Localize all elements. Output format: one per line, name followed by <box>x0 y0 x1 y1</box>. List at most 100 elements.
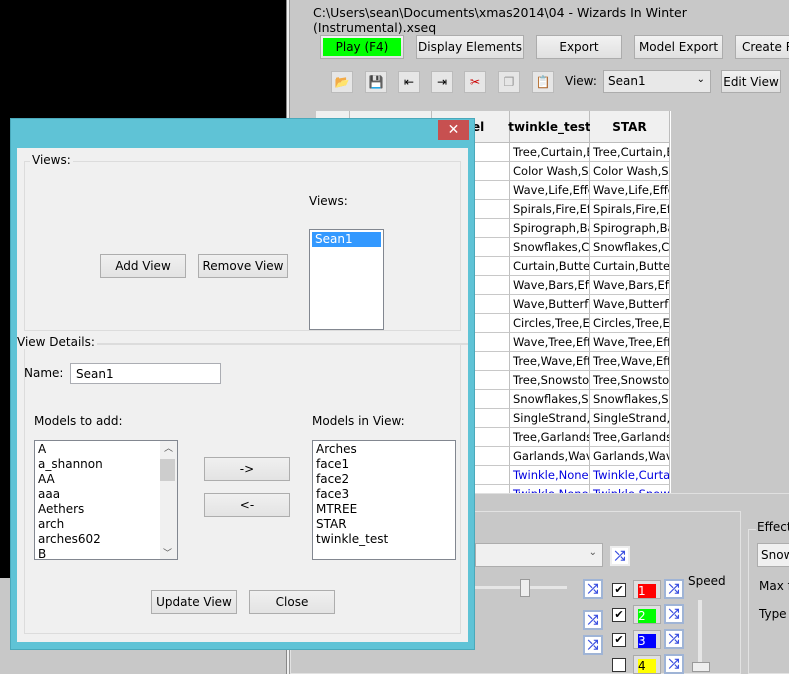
effect-select[interactable]: ⌄ <box>475 543 603 567</box>
column-header[interactable]: twinkle_test <box>508 111 591 143</box>
effect-cell[interactable]: Spirograph,Bar <box>510 219 590 238</box>
palette-checkbox[interactable]: ✔ <box>612 583 626 597</box>
shuffle-icon[interactable]: ⤮ <box>664 604 684 624</box>
palette-color-button[interactable]: 1 <box>633 580 661 599</box>
models-in-view-list[interactable]: Arches face1 face2 face3 MTREE STAR twinkle_te… <box>312 440 456 560</box>
view-select[interactable]: Sean1 ⌄ <box>603 70 711 93</box>
paste-icon[interactable]: 📋 <box>532 71 554 93</box>
save-icon[interactable]: 💾 <box>365 71 387 93</box>
effect-cell[interactable]: Spirals,Fire,Effe <box>510 200 590 219</box>
insert-right-icon[interactable]: ⇥ <box>431 71 453 93</box>
effect-cell[interactable]: Garlands,Wave <box>590 447 670 466</box>
effect-cell[interactable]: Snowflakes,Sir <box>590 390 670 409</box>
model-item[interactable]: AA <box>35 472 177 487</box>
view-item[interactable]: Sean1 <box>312 232 381 247</box>
shuffle-icon[interactable]: ⤮ <box>664 579 684 599</box>
shuffle-icon[interactable]: ⤮ <box>583 579 603 599</box>
shuffle-icon[interactable]: ⤮ <box>664 654 684 674</box>
model-item[interactable]: aaa <box>35 487 177 502</box>
display-elements-button[interactable]: Display Elements <box>416 35 524 59</box>
effect-cell[interactable]: Twinkle,Curtai <box>590 466 670 485</box>
palette-color-button[interactable]: 3 <box>633 630 661 649</box>
effect-cell[interactable]: Tree,Garlands, <box>590 428 670 447</box>
slider-thumb[interactable] <box>520 579 530 597</box>
effect-cell[interactable]: Wave,Butterfly <box>510 295 590 314</box>
effect-cell[interactable]: Tree,Snowstor <box>510 371 590 390</box>
model-export-button[interactable]: Model Export <box>634 35 723 59</box>
add-view-button[interactable]: Add View <box>100 254 186 278</box>
model-in-view-item[interactable]: STAR <box>313 517 455 532</box>
model-in-view-item[interactable]: twinkle_test <box>313 532 455 547</box>
effect-cell[interactable]: Tree,Wave,Effe <box>590 352 670 371</box>
cut-icon[interactable]: ✂ <box>464 71 486 93</box>
effect-cell[interactable]: Circles,Tree,Eff <box>510 314 590 333</box>
model-item[interactable]: a_shannon <box>35 457 177 472</box>
effect-cell[interactable]: Snowflakes,Cu <box>510 238 590 257</box>
effect-cell[interactable]: Twinkle,None, <box>510 466 590 485</box>
model-in-view-item[interactable]: face2 <box>313 472 455 487</box>
update-view-button[interactable]: Update View <box>151 590 237 614</box>
effect-cell[interactable]: Tree,Snowstor <box>590 371 670 390</box>
effect-cell[interactable]: Wave,Life,Effe <box>590 181 670 200</box>
model-in-view-item[interactable]: Arches <box>313 442 455 457</box>
effect-type-select[interactable]: Snow <box>757 543 789 567</box>
shuffle-icon[interactable]: ⤮ <box>610 546 630 566</box>
effect-cell[interactable]: Circles,Tree,Eff <box>590 314 670 333</box>
effect-cell[interactable]: Spirals,Fire,Effe <box>590 200 670 219</box>
remove-view-button[interactable]: Remove View <box>198 254 288 278</box>
effect-cell[interactable]: Color Wash,Sn <box>510 162 590 181</box>
effect-cell[interactable]: Snowflakes,Sir <box>510 390 590 409</box>
effect-cell[interactable]: Wave,Bars,Effe <box>510 276 590 295</box>
model-in-view-item[interactable]: face3 <box>313 487 455 502</box>
effect-cell[interactable]: SingleStrand,S <box>510 409 590 428</box>
create-button[interactable]: Create R <box>735 35 789 59</box>
effect-cell[interactable]: Curtain,Butterf <box>590 257 670 276</box>
models-to-add-list[interactable]: Aa_shannon AA aaa Aethers arch arches602 B <box>34 440 178 560</box>
close-icon[interactable]: ✕ <box>438 120 469 140</box>
effect-cell[interactable]: Garlands,Wave <box>510 447 590 466</box>
effect-cell[interactable]: Wave,Life,Effe <box>510 181 590 200</box>
remove-model-button[interactable]: <- <box>204 493 290 517</box>
effect-cell[interactable]: Tree,Wave,Effe <box>510 352 590 371</box>
effect-cell[interactable]: Twinkle,None, <box>510 485 590 493</box>
model-in-view-item[interactable]: MTREE <box>313 502 455 517</box>
column-header[interactable]: STAR <box>590 111 670 143</box>
shuffle-icon[interactable]: ⤮ <box>583 610 603 630</box>
effect-cell[interactable]: Curtain,Butterf <box>510 257 590 276</box>
effect-cell[interactable]: Tree,Curtain,Ef <box>510 143 590 162</box>
shuffle-icon[interactable]: ⤮ <box>664 629 684 649</box>
effect-cell[interactable]: Wave,Butterfly <box>590 295 670 314</box>
model-item[interactable]: A <box>35 442 177 457</box>
model-in-view-item[interactable]: face1 <box>313 457 455 472</box>
effect-cell[interactable]: SingleStrand,S <box>590 409 670 428</box>
palette-checkbox[interactable] <box>612 658 626 672</box>
effect-cell[interactable]: Color Wash,Sn <box>590 162 670 181</box>
model-item[interactable]: Aethers <box>35 502 177 517</box>
name-input[interactable] <box>70 363 221 384</box>
insert-left-icon[interactable]: ⇤ <box>398 71 420 93</box>
add-model-button[interactable]: -> <box>204 457 290 481</box>
scrollbar-thumb[interactable] <box>160 459 175 481</box>
shuffle-icon[interactable]: ⤮ <box>583 635 603 655</box>
copy-icon[interactable]: ❐ <box>498 71 520 93</box>
palette-checkbox[interactable]: ✔ <box>612 633 626 647</box>
edit-view-button[interactable]: Edit View <box>721 70 781 93</box>
effect-cell[interactable]: Twinkle,Snowf <box>590 485 670 493</box>
effect-cell[interactable]: Wave,Bars,Effe <box>590 276 670 295</box>
effect-cell[interactable]: Tree,Garlands, <box>510 428 590 447</box>
views-list[interactable]: Sean1 <box>309 229 384 330</box>
palette-color-button[interactable]: 2 <box>633 605 661 624</box>
scrollbar[interactable]: ︿ ﹀ <box>160 441 177 559</box>
effect-cell[interactable]: Snowflakes,Cu <box>590 238 670 257</box>
export-button[interactable]: Export <box>536 35 622 59</box>
palette-checkbox[interactable]: ✔ <box>612 608 626 622</box>
open-folder-icon[interactable]: 📂 <box>331 71 353 93</box>
effect-cell[interactable]: Tree,Curtain,Ef <box>590 143 670 162</box>
model-item[interactable]: arches602 <box>35 532 177 547</box>
speed-slider-thumb[interactable] <box>692 662 710 672</box>
speed-slider[interactable] <box>698 600 702 670</box>
model-item[interactable]: B <box>35 547 177 559</box>
effect-cell[interactable]: Spirograph,Bar <box>590 219 670 238</box>
effect-cell[interactable]: Wave,Tree,Effe <box>510 333 590 352</box>
palette-color-button[interactable]: 4 <box>633 655 661 674</box>
